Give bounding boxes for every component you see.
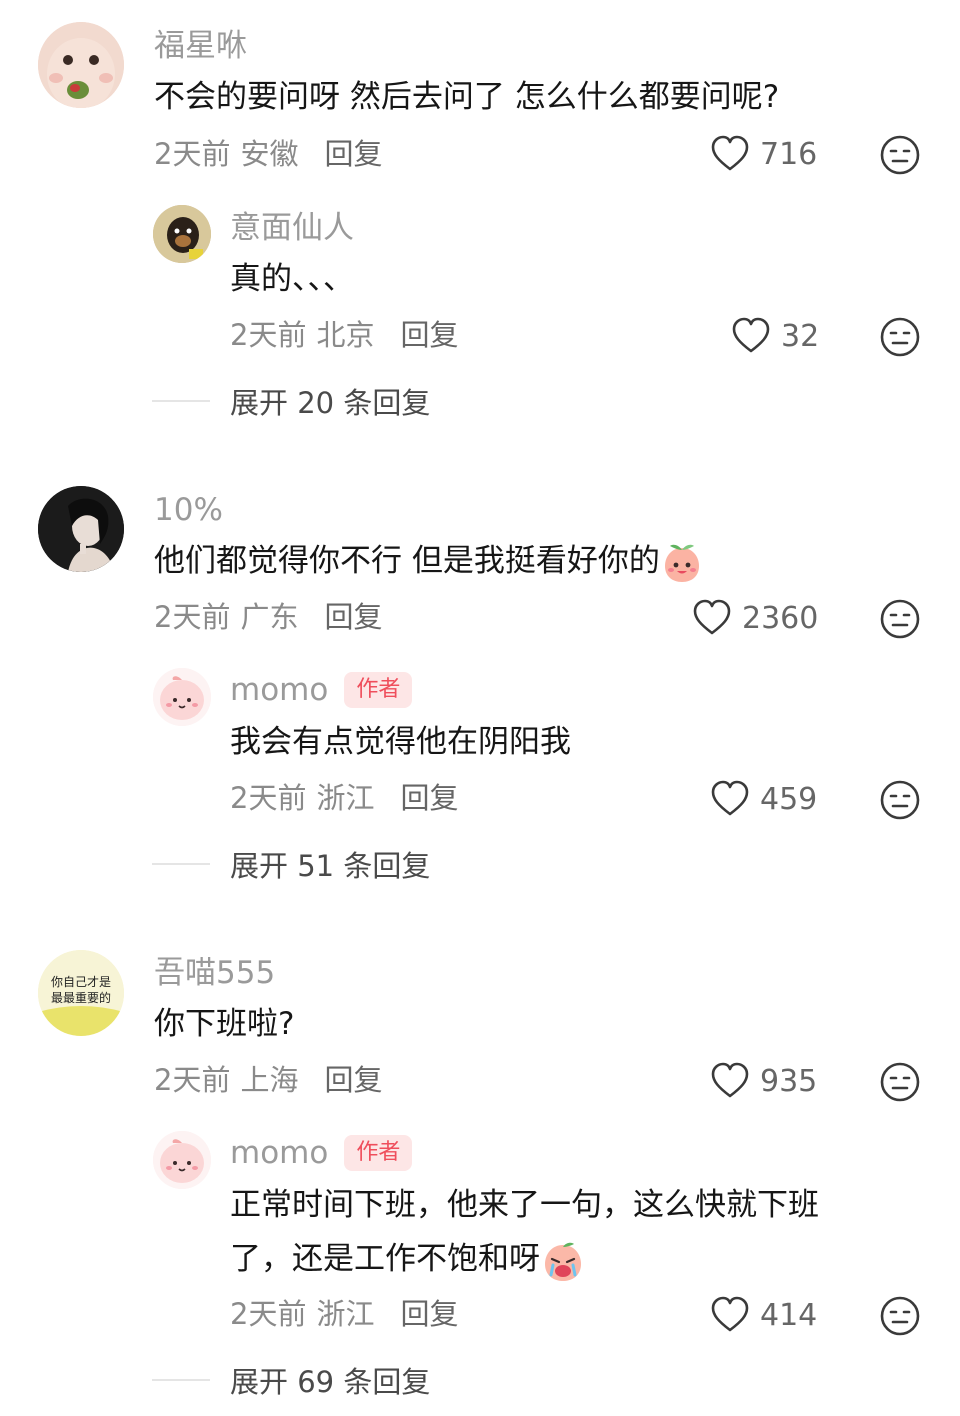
comment-time: 2天前 [154, 1063, 231, 1097]
peach-avatar-image [153, 668, 211, 726]
like-button[interactable]: 2360 [692, 598, 818, 638]
heart-outline-icon [711, 780, 749, 816]
dislike-button[interactable] [879, 134, 921, 180]
reply-location: 浙江 [316, 1297, 375, 1331]
comment-location: 安徽 [240, 137, 299, 171]
unamused-face-icon [880, 599, 920, 639]
reply-button[interactable]: 回复 [400, 1294, 458, 1334]
unamused-face-icon [880, 135, 920, 175]
reply-button[interactable]: 回复 [400, 315, 458, 355]
expand-replies-label: 展开 69 条回复 [230, 1365, 431, 1399]
divider-line [152, 1379, 210, 1381]
comment-meta: 2天前 安徽 回复 [154, 134, 382, 174]
dislike-button[interactable] [879, 598, 921, 644]
reply-text: 我会有点觉得他在阴阳我 [230, 724, 571, 760]
reply-meta: 2天前 浙江 回复 [230, 1294, 458, 1334]
comment-time: 2天前 [154, 600, 231, 634]
like-button[interactable]: 414 [710, 1295, 817, 1335]
comment-text-content: 他们都觉得你不行 但是我挺看好你的 [154, 543, 660, 579]
reply-avatar[interactable] [153, 1131, 211, 1189]
comment-text: 他们都觉得你不行 但是我挺看好你的 [154, 534, 702, 588]
like-count: 414 [760, 1297, 818, 1333]
divider-line [152, 863, 210, 865]
reply-text-content: 了，还是工作不饱和呀 [230, 1241, 540, 1277]
like-count: 32 [781, 318, 820, 354]
avatar-text-line2: 最最重要的 [51, 990, 111, 1005]
heart-outline-icon [711, 135, 749, 171]
like-count: 459 [760, 781, 818, 817]
like-count: 935 [760, 1063, 818, 1099]
reply-avatar[interactable] [153, 205, 211, 263]
expand-replies-label: 展开 51 条回复 [230, 849, 431, 883]
comment-meta: 2天前 广东 回复 [154, 597, 382, 637]
like-count: 716 [760, 136, 818, 172]
dislike-button[interactable] [879, 1295, 921, 1341]
reply-header: momo 作者 [230, 1133, 413, 1173]
like-count: 2360 [742, 600, 819, 636]
reply-button[interactable]: 回复 [324, 597, 382, 637]
author-badge: 作者 [344, 1135, 413, 1171]
reply-location: 浙江 [316, 781, 375, 815]
unamused-face-icon [880, 1296, 920, 1336]
text-avatar-image: 你自己才是 最最重要的 [38, 950, 124, 1036]
reply-button[interactable]: 回复 [400, 778, 458, 818]
divider-line [152, 400, 210, 402]
reply-username[interactable]: momo [230, 1133, 328, 1173]
comment-text: 不会的要问呀 然后去问了 怎么什么都要问呢? [154, 79, 780, 115]
unamused-face-icon [880, 317, 920, 357]
like-button[interactable]: 459 [710, 779, 817, 819]
comment-meta: 2天前 上海 回复 [154, 1060, 382, 1100]
girl-avatar-image [38, 486, 124, 572]
unamused-face-icon [880, 780, 920, 820]
comment-username[interactable]: 吾喵555 [154, 953, 275, 993]
expand-replies-button[interactable]: 展开 20 条回复 [152, 380, 430, 422]
heart-outline-icon [693, 599, 731, 635]
baby-avatar-image [38, 22, 124, 108]
reply-time: 2天前 [230, 1297, 307, 1331]
dislike-button[interactable] [879, 779, 921, 825]
heart-outline-icon [732, 317, 770, 353]
comment-username[interactable]: 福星咻 [154, 26, 247, 66]
expand-replies-button[interactable]: 展开 69 条回复 [152, 1359, 430, 1401]
reply-button[interactable]: 回复 [324, 1060, 382, 1100]
like-button[interactable]: 935 [710, 1061, 817, 1101]
reply-username[interactable]: 意面仙人 [230, 208, 354, 248]
reply-meta: 2天前 浙江 回复 [230, 778, 458, 818]
dog-avatar-image [153, 205, 211, 263]
expand-replies-button[interactable]: 展开 51 条回复 [152, 843, 430, 885]
dislike-button[interactable] [879, 316, 921, 362]
comment-location: 上海 [240, 1063, 299, 1097]
reply-time: 2天前 [230, 318, 307, 352]
heart-outline-icon [711, 1296, 749, 1332]
comment-text: 你下班啦? [154, 1006, 295, 1042]
reply-text: 真的、、、 [230, 261, 354, 297]
comment-location: 广东 [240, 600, 299, 634]
reply-avatar[interactable] [153, 668, 211, 726]
avatar-text-line1: 你自己才是 [51, 975, 111, 989]
user-avatar[interactable] [38, 486, 124, 572]
reply-meta: 2天前 北京 回复 [230, 315, 458, 355]
peach-smile-emoji [664, 544, 699, 582]
author-badge: 作者 [344, 672, 413, 708]
expand-replies-label: 展开 20 条回复 [230, 386, 431, 420]
reply-username[interactable]: momo [230, 670, 328, 710]
reply-time: 2天前 [230, 781, 307, 815]
user-avatar[interactable] [38, 22, 124, 108]
comment-username[interactable]: 10% [154, 490, 223, 530]
reply-location: 北京 [316, 318, 375, 352]
reply-header: momo 作者 [230, 670, 413, 710]
unamused-face-icon [880, 1062, 920, 1102]
comment-time: 2天前 [154, 137, 231, 171]
dislike-button[interactable] [879, 1061, 921, 1107]
user-avatar[interactable]: 你自己才是 最最重要的 [38, 950, 124, 1036]
reply-text-line1: 正常时间下班，他来了一句，这么快就下班 [230, 1187, 819, 1223]
peach-avatar-image [153, 1131, 211, 1189]
reply-button[interactable]: 回复 [324, 134, 382, 174]
peach-crying-emoji [545, 1242, 581, 1281]
reply-text-line2: 了，还是工作不饱和呀 [230, 1232, 584, 1286]
heart-outline-icon [711, 1062, 749, 1098]
like-button[interactable]: 716 [710, 134, 817, 174]
like-button[interactable]: 32 [731, 316, 819, 356]
